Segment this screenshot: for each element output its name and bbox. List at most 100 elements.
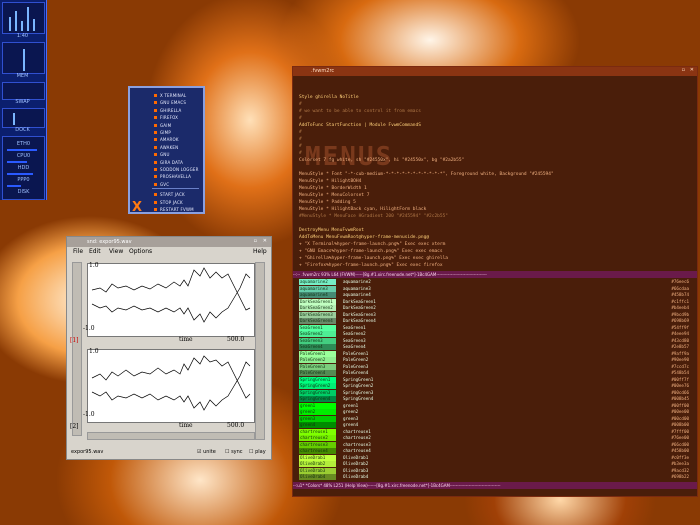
menu-item[interactable]: GNU EMACS bbox=[160, 100, 186, 105]
color-row[interactable]: DarkSeaGreen2 DarkSeaGreen2 #b4eeb4 bbox=[299, 305, 693, 311]
color-row[interactable]: SpringGreen2 SpringGreen2 #00ee76 bbox=[299, 383, 693, 389]
close-icon[interactable]: ✕ bbox=[263, 236, 267, 246]
color-hex: #2e8b57 bbox=[671, 344, 689, 349]
fvwm-root-menu[interactable]: X TERMINAL GNU EMACS GHIRELLA FIREFOX GAIM GI… bbox=[128, 86, 205, 215]
color-row[interactable]: aquamarine2 aquamarine2 #76eec6 bbox=[299, 279, 693, 285]
color-row[interactable]: SeaGreen2 SeaGreen2 #4eee94 bbox=[299, 331, 693, 337]
color-row[interactable]: green1 green1 #00ff00 bbox=[299, 402, 693, 409]
minimize-icon[interactable]: ▫ bbox=[682, 67, 685, 75]
color-row[interactable]: PaleGreen3 PaleGreen3 #7ccd7c bbox=[299, 363, 693, 370]
color-swatch: SpringGreen2 bbox=[299, 383, 336, 389]
menu-item[interactable]: SODDON LOGGER bbox=[160, 167, 199, 172]
play-checkbox[interactable]: ☐ play bbox=[249, 449, 266, 455]
color-row[interactable]: chartreuse3 chartreuse3 #66cd00 bbox=[299, 441, 693, 448]
minimize-icon[interactable]: ▫ bbox=[254, 236, 257, 246]
color-row[interactable]: DarkSeaGreen3 DarkSeaGreen3 #9bcd9b bbox=[299, 311, 693, 318]
color-hex: #00cd00 bbox=[671, 415, 689, 421]
config-line: + "X Terminal%hyper-frame-launch.png%" E… bbox=[299, 242, 446, 247]
color-row[interactable]: DarkSeaGreen4 DarkSeaGreen4 #698b69 bbox=[299, 318, 693, 324]
color-row[interactable]: chartreuse1 chartreuse1 #7fff00 bbox=[299, 428, 693, 435]
color-name: green4 bbox=[343, 422, 359, 427]
color-name: SeaGreen2 bbox=[343, 331, 366, 336]
color-row[interactable]: PaleGreen1 PaleGreen1 #9aff9a bbox=[299, 350, 693, 357]
menu-item[interactable]: GAIM bbox=[160, 123, 171, 128]
cpu-spark-bar bbox=[15, 11, 17, 31]
menu-item[interactable]: GIMP bbox=[160, 130, 171, 135]
menu-view[interactable]: View bbox=[109, 248, 123, 255]
color-hex: #9aff9a bbox=[671, 350, 689, 356]
color-row[interactable]: SpringGreen4 SpringGreen4 #008b45 bbox=[299, 396, 693, 402]
unite-label: unite bbox=[203, 449, 216, 455]
sync-checkbox[interactable]: ☐ sync bbox=[225, 449, 243, 455]
color-row[interactable]: SeaGreen3 SeaGreen3 #43cd80 bbox=[299, 337, 693, 344]
color-row[interactable]: OliveDrab1 OliveDrab1 #c0ff3e bbox=[299, 454, 693, 461]
color-hex: #66cd00 bbox=[671, 441, 689, 447]
color-row[interactable]: OliveDrab2 OliveDrab2 #b3ee3a bbox=[299, 461, 693, 467]
dock-label: SWAP bbox=[15, 99, 30, 105]
color-row[interactable]: green4 green4 #008b00 bbox=[299, 422, 693, 428]
color-row[interactable]: PaleGreen4 PaleGreen4 #548b54 bbox=[299, 370, 693, 376]
horizontal-scrollbar[interactable] bbox=[87, 432, 255, 440]
color-name: PaleGreen2 bbox=[343, 357, 369, 362]
color-row[interactable]: OliveDrab3 OliveDrab3 #9acd32 bbox=[299, 467, 693, 474]
color-hex: #76eec6 bbox=[671, 279, 689, 284]
menu-item[interactable]: AMAROK bbox=[160, 137, 179, 142]
menu-item[interactable]: GVC bbox=[160, 182, 169, 187]
channel-1-plot[interactable] bbox=[87, 263, 255, 337]
config-line: # bbox=[299, 151, 302, 156]
color-row[interactable]: aquamarine3 aquamarine3 #66cdaa bbox=[299, 285, 693, 292]
color-row[interactable]: aquamarine4 aquamarine4 #458b74 bbox=[299, 292, 693, 298]
file-name: expor95.wav bbox=[71, 449, 104, 455]
color-hex: #54ff9f bbox=[671, 324, 689, 330]
color-name: aquamarine2 bbox=[343, 279, 371, 284]
color-row[interactable]: green2 green2 #00ee00 bbox=[299, 409, 693, 415]
menu-item[interactable]: X TERMINAL bbox=[160, 93, 186, 98]
color-row[interactable]: chartreuse2 chartreuse2 #76ee00 bbox=[299, 435, 693, 441]
menu-bullet-icon bbox=[154, 153, 157, 157]
color-swatch: aquamarine3 bbox=[299, 285, 336, 292]
emacs-titlebar[interactable]: .fvwm2rc ▫ ✕ bbox=[293, 67, 697, 76]
menu-file[interactable]: File bbox=[73, 248, 83, 255]
color-name: PaleGreen3 bbox=[343, 363, 369, 369]
unite-checkbox[interactable]: ☑ unite bbox=[197, 449, 216, 455]
channel-1-waveform bbox=[91, 267, 251, 323]
color-row[interactable]: PaleGreen2 PaleGreen2 #90ee90 bbox=[299, 357, 693, 363]
color-row[interactable]: green3 green3 #00cd00 bbox=[299, 415, 693, 422]
x-axis-label: time bbox=[179, 336, 193, 343]
color-row[interactable]: SpringGreen3 SpringGreen3 #00cd66 bbox=[299, 389, 693, 396]
menu-bullet-icon bbox=[154, 116, 157, 120]
left-scrollbar[interactable] bbox=[72, 262, 82, 436]
menu-item[interactable]: AWAKEN bbox=[160, 145, 178, 150]
right-scrollbar[interactable] bbox=[255, 262, 265, 440]
menu-item[interactable]: GIRA DATA bbox=[160, 160, 183, 165]
color-row[interactable]: SpringGreen1 SpringGreen1 #00ff7f bbox=[299, 376, 693, 383]
menu-item[interactable]: STOP JACK bbox=[160, 200, 183, 205]
channel-2-plot[interactable] bbox=[87, 349, 255, 423]
menu-item[interactable]: FIREFOX bbox=[160, 115, 178, 120]
menu-item[interactable]: GNU bbox=[160, 152, 170, 157]
color-name: SeaGreen1 bbox=[343, 324, 366, 330]
color-hex: #698b22 bbox=[671, 474, 689, 479]
color-row[interactable]: SeaGreen4 SeaGreen4 #2e8b57 bbox=[299, 344, 693, 350]
menu-options[interactable]: Options bbox=[129, 248, 152, 255]
menu-item[interactable]: RESTART FVWM bbox=[160, 207, 194, 212]
color-swatch: PaleGreen3 bbox=[299, 363, 336, 370]
menu-item[interactable]: PROSHAVELLA bbox=[160, 174, 191, 179]
color-row[interactable]: chartreuse4 chartreuse4 #458b00 bbox=[299, 448, 693, 454]
color-name: chartreuse3 bbox=[343, 441, 371, 447]
snd-titlebar[interactable]: snd: expor95.wav ▫ ✕ bbox=[67, 237, 271, 247]
menu-item[interactable]: GHIRELLA bbox=[160, 108, 181, 113]
waveform-upper bbox=[91, 355, 251, 399]
color-swatch: DarkSeaGreen4 bbox=[299, 318, 336, 324]
color-row[interactable]: DarkSeaGreen1 DarkSeaGreen1 #c1ffc1 bbox=[299, 298, 693, 305]
color-hex: #9acd32 bbox=[671, 467, 689, 473]
close-icon[interactable]: ✕ bbox=[690, 67, 694, 75]
color-swatch: aquamarine2 bbox=[299, 279, 336, 285]
color-swatch: chartreuse3 bbox=[299, 441, 336, 448]
color-row[interactable]: SeaGreen1 SeaGreen1 #54ff9f bbox=[299, 324, 693, 331]
menu-item[interactable]: START JACK bbox=[160, 192, 185, 197]
menu-bullet-icon bbox=[154, 123, 157, 127]
color-row[interactable]: OliveDrab4 OliveDrab4 #698b22 bbox=[299, 474, 693, 480]
menu-edit[interactable]: Edit bbox=[89, 248, 101, 255]
menu-help[interactable]: Help bbox=[253, 248, 267, 255]
